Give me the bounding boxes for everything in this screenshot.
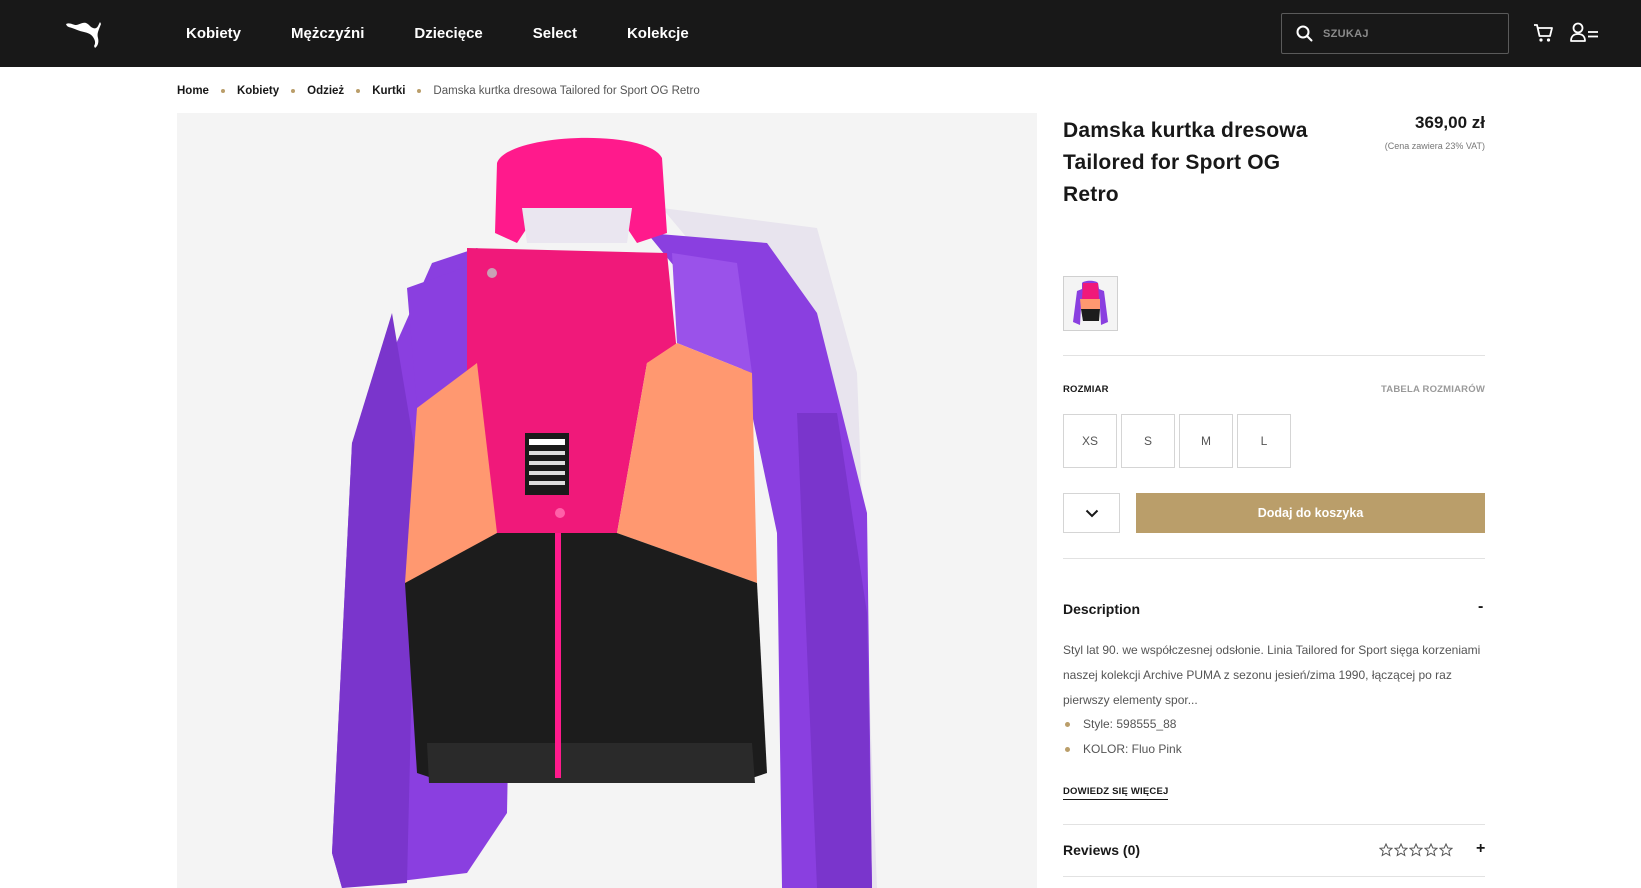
- divider: [1063, 558, 1485, 559]
- breadcrumb-separator: [356, 89, 361, 93]
- star-outline-icon: [1394, 843, 1408, 857]
- breadcrumb-current: Damska kurtka dresowa Tailored for Sport…: [433, 85, 700, 97]
- product-price: 369,00 zł: [1415, 113, 1485, 132]
- nav-dzieciece[interactable]: Dziecięce: [414, 25, 482, 42]
- description-bullets: Style: 598555_88 KOLOR: Fluo Pink: [1063, 712, 1182, 762]
- main-nav: Kobiety Mężczyźni Dziecięce Select Kolek…: [186, 0, 739, 67]
- breadcrumb: Home Kobiety Odzież Kurtki Damska kurtka…: [177, 83, 700, 99]
- size-option-s[interactable]: S: [1121, 414, 1175, 468]
- description-collapse-toggle[interactable]: -: [1478, 598, 1483, 616]
- cart-icon[interactable]: [1533, 22, 1555, 44]
- breadcrumb-kobiety[interactable]: Kobiety: [237, 85, 279, 97]
- style-bullet: Style: 598555_88: [1063, 712, 1182, 737]
- breadcrumb-odziez[interactable]: Odzież: [307, 85, 344, 97]
- product-main-image[interactable]: [177, 113, 1037, 888]
- chevron-down-icon: [1085, 509, 1098, 517]
- nav-kolekcje[interactable]: Kolekcje: [627, 25, 689, 42]
- breadcrumb-separator: [220, 89, 225, 93]
- size-label: ROZMIAR: [1063, 384, 1109, 395]
- search-input[interactable]: [1323, 27, 1493, 40]
- divider: [1063, 876, 1485, 877]
- breadcrumb-separator: [291, 89, 296, 93]
- divider: [1063, 355, 1485, 356]
- color-bullet: KOLOR: Fluo Pink: [1063, 737, 1182, 762]
- star-outline-icon: [1424, 843, 1438, 857]
- size-table-link[interactable]: TABELA ROZMIARÓW: [1381, 384, 1485, 395]
- star-outline-icon: [1379, 843, 1393, 857]
- size-option-m[interactable]: M: [1179, 414, 1233, 468]
- star-outline-icon: [1439, 843, 1453, 857]
- description-text: Styl lat 90. we współczesnej odsłonie. L…: [1063, 643, 1481, 707]
- top-navigation-bar: Kobiety Mężczyźni Dziecięce Select Kolek…: [0, 0, 1641, 67]
- color-thumbnail[interactable]: [1063, 276, 1118, 331]
- product-title: Damska kurtka dresowa Tailored for Sport…: [1063, 119, 1308, 206]
- reviews-expand-toggle[interactable]: +: [1476, 840, 1485, 858]
- description-heading[interactable]: Description: [1063, 601, 1140, 617]
- learn-more-link[interactable]: DOWIEDZ SIĘ WIĘCEJ: [1063, 786, 1169, 800]
- quantity-select[interactable]: [1063, 493, 1120, 533]
- star-outline-icon: [1409, 843, 1423, 857]
- reviews-heading[interactable]: Reviews (0): [1063, 842, 1140, 858]
- nav-kobiety[interactable]: Kobiety: [186, 25, 241, 42]
- puma-logo-icon[interactable]: [64, 16, 104, 50]
- add-to-cart-button[interactable]: Dodaj do koszyka: [1136, 493, 1485, 533]
- search-box[interactable]: [1281, 13, 1509, 54]
- size-option-l[interactable]: L: [1237, 414, 1291, 468]
- vat-note: (Cena zawiera 23% VAT): [1384, 141, 1485, 151]
- search-icon: [1296, 25, 1313, 42]
- size-selector: XS S M L: [1063, 414, 1295, 468]
- breadcrumb-separator: [417, 89, 422, 93]
- account-menu-icon[interactable]: [1570, 21, 1600, 45]
- divider: [1063, 824, 1485, 825]
- nav-select[interactable]: Select: [533, 25, 577, 42]
- breadcrumb-kurtki[interactable]: Kurtki: [372, 85, 405, 97]
- rating-stars: [1379, 843, 1454, 857]
- size-option-xs[interactable]: XS: [1063, 414, 1117, 468]
- breadcrumb-home[interactable]: Home: [177, 85, 209, 97]
- nav-mezczyzni[interactable]: Mężczyźni: [291, 25, 364, 42]
